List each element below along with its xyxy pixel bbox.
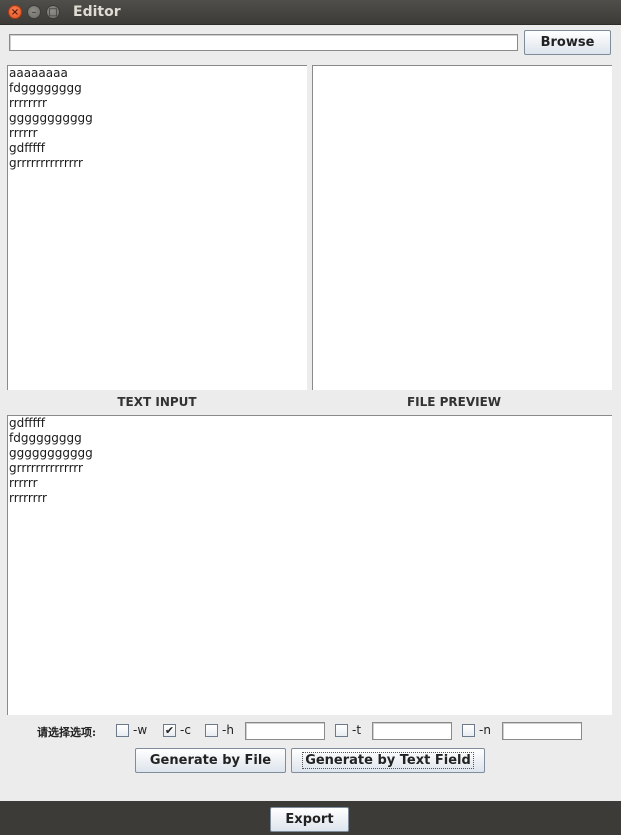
text-input-line: gdfffff — [9, 141, 45, 155]
text-input-line: grrrrrrrrrrrrrr — [9, 156, 83, 170]
file-preview-area[interactable] — [312, 65, 612, 390]
generate-by-text-field-button[interactable]: Generate by Text Field — [291, 748, 485, 773]
output-line: rrrrrr — [9, 476, 38, 490]
option-h-label: -h — [222, 723, 234, 737]
window-title: Editor — [73, 4, 121, 20]
option-c-checkbox[interactable]: ✔ — [163, 724, 176, 737]
text-input-line: rrrrrr — [9, 126, 38, 140]
output-area[interactable]: gdfffff fdgggggggg ggggggggggg grrrrrrrrrrr… — [7, 415, 612, 715]
option-n-checkbox[interactable] — [462, 724, 475, 737]
text-input-line: ggggggggggg — [9, 111, 93, 125]
option-h-checkbox[interactable] — [205, 724, 218, 737]
option-h-input[interactable] — [245, 722, 325, 740]
minimize-window-icon[interactable]: – — [27, 5, 41, 19]
option-c-label: -c — [180, 723, 191, 737]
output-line: ggggggggggg — [9, 446, 93, 460]
file-preview-heading: FILE PREVIEW — [406, 395, 502, 409]
option-n-label: -n — [479, 723, 491, 737]
text-input-line: aaaaaaaa — [9, 66, 68, 80]
option-w-label: -w — [133, 723, 148, 737]
output-line: gdfffff — [9, 416, 45, 430]
export-button[interactable]: Export — [270, 807, 349, 832]
text-input-heading: TEXT INPUT — [117, 395, 197, 409]
text-input-line: rrrrrrrr — [9, 96, 47, 110]
title-bar: × – □ Editor — [0, 0, 621, 25]
text-input-line: fdgggggggg — [9, 81, 82, 95]
option-t-input[interactable] — [372, 722, 452, 740]
maximize-window-icon[interactable]: □ — [46, 5, 60, 19]
option-n-input[interactable] — [502, 722, 582, 740]
output-line: rrrrrrrr — [9, 491, 47, 505]
option-t-checkbox[interactable] — [335, 724, 348, 737]
generate-by-text-field-label: Generate by Text Field — [302, 752, 474, 769]
option-w-checkbox[interactable] — [116, 724, 129, 737]
close-window-icon[interactable]: × — [8, 5, 22, 19]
file-path-input[interactable] — [9, 34, 518, 51]
output-line: fdgggggggg — [9, 431, 82, 445]
browse-button[interactable]: Browse — [524, 30, 611, 55]
option-t-label: -t — [352, 723, 362, 737]
output-line: grrrrrrrrrrrrrr — [9, 461, 83, 475]
options-label: 请选择选项: — [37, 726, 97, 739]
generate-by-file-button[interactable]: Generate by File — [135, 748, 286, 773]
text-input-area[interactable]: aaaaaaaa fdgggggggg rrrrrrrr ggggggggggg rrr… — [7, 65, 307, 390]
